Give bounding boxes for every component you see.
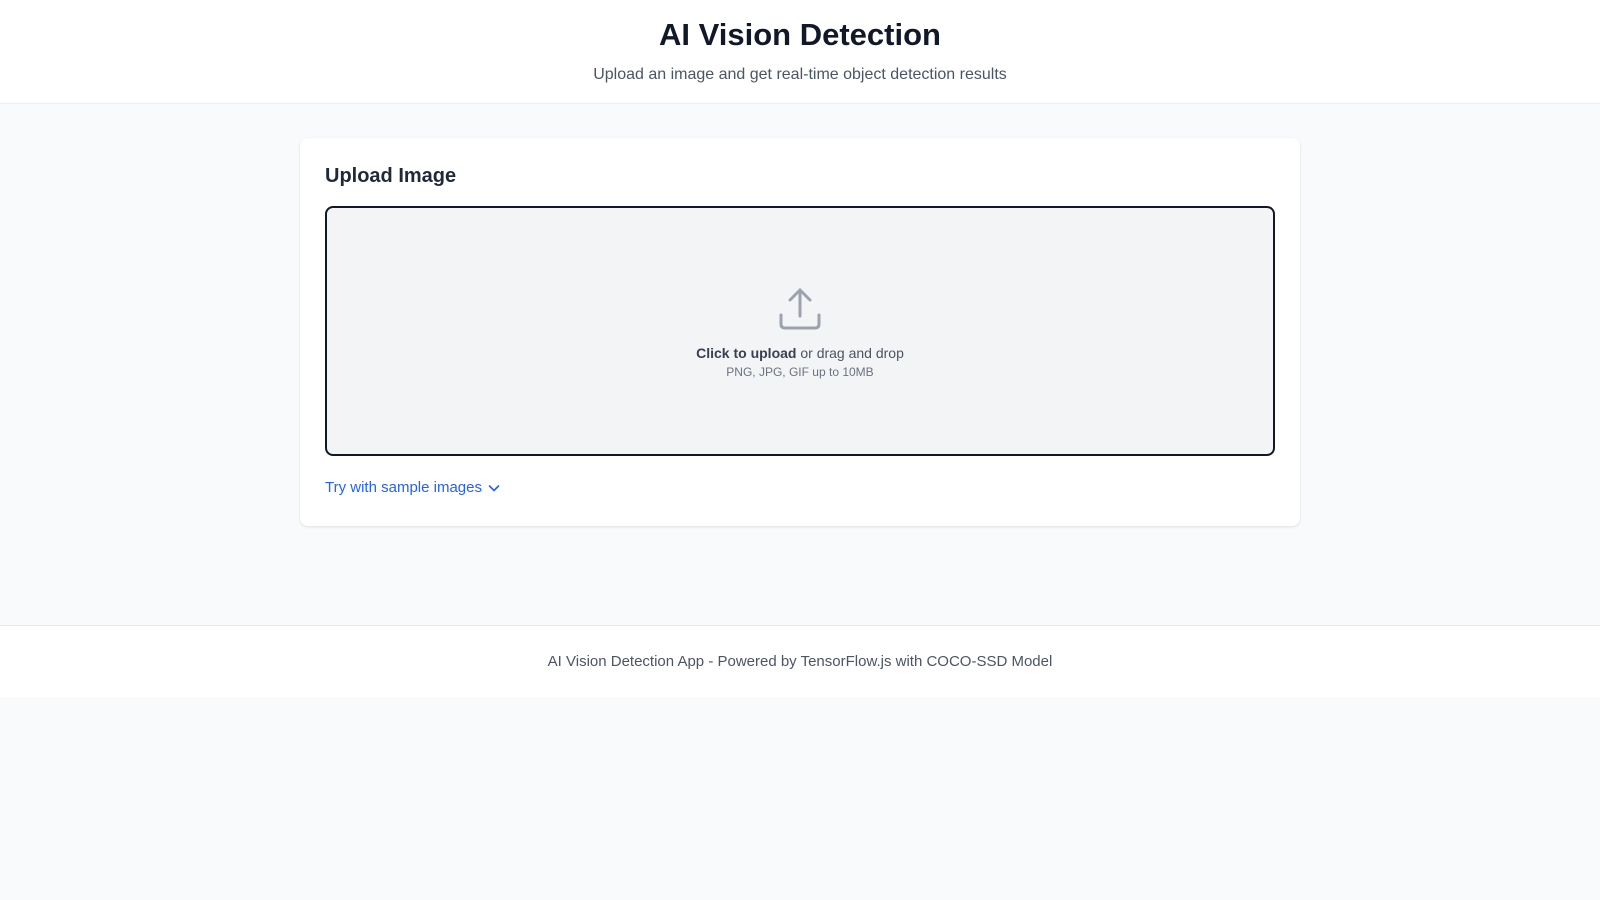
page-title: AI Vision Detection [659,17,941,52]
chevron-down-icon [488,485,500,492]
upload-dropzone[interactable]: Click to upload or drag and drop PNG, JP… [325,206,1275,456]
click-to-upload-text[interactable]: Click to upload [696,345,796,361]
upload-card: Upload Image Click to upload or drag and… [300,138,1300,526]
file-type-hint: PNG, JPG, GIF up to 10MB [726,365,874,379]
page-footer: AI Vision Detection App - Powered by Ten… [0,625,1600,697]
main-content: Upload Image Click to upload or drag and… [0,104,1600,625]
sample-images-toggle[interactable]: Try with sample images [325,478,501,498]
drag-drop-text: or drag and drop [796,345,904,361]
upload-instruction: Click to upload or drag and drop [696,343,904,363]
page-header: AI Vision Detection Upload an image and … [0,0,1600,104]
footer-text: AI Vision Detection App - Powered by Ten… [547,653,1053,670]
upload-icon [779,288,821,330]
upload-card-title: Upload Image [325,165,457,187]
sample-images-label: Try with sample images [325,479,482,496]
page-subtitle: Upload an image and get real-time object… [593,66,1007,83]
